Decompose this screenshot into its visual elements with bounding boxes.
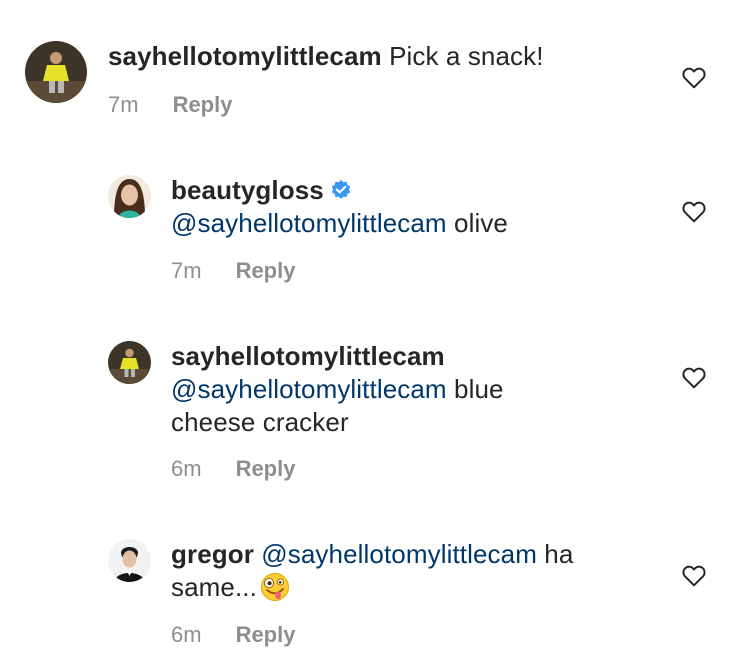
comment-text: beautygloss @sayhellotomylittlecam olive	[171, 174, 671, 240]
zany-face-emoji-icon	[260, 572, 290, 602]
comment-meta: 6m Reply	[171, 456, 295, 482]
comment-body: olive	[454, 208, 508, 238]
comment-timestamp: 6m	[171, 622, 202, 647]
comment-meta: 7m Reply	[108, 92, 232, 118]
reply-button[interactable]: Reply	[236, 622, 296, 647]
avatar-image	[108, 341, 151, 384]
mention-link[interactable]: @sayhellotomylittlecam	[171, 374, 447, 404]
comment-username[interactable]: sayhellotomylittlecam	[171, 341, 445, 371]
comment-timestamp: 7m	[171, 258, 202, 283]
comment-body: blue	[454, 374, 504, 404]
comment-timestamp: 7m	[108, 92, 139, 117]
comment-body-continued: cheese cracker	[171, 407, 349, 437]
like-heart-icon[interactable]	[682, 367, 706, 389]
reply-comment-item: beautygloss @sayhellotomylittlecam olive…	[0, 150, 750, 320]
avatar[interactable]	[108, 539, 151, 582]
reply-button[interactable]: Reply	[173, 92, 233, 117]
comment-body: Pick a snack!	[389, 41, 544, 71]
mention-link[interactable]: @sayhellotomylittlecam	[261, 539, 537, 569]
avatar-image	[25, 41, 87, 103]
reply-button[interactable]: Reply	[236, 258, 296, 283]
comment-username[interactable]: sayhellotomylittlecam	[108, 41, 382, 71]
like-heart-icon[interactable]	[682, 565, 706, 587]
comment-username[interactable]: gregor	[171, 539, 254, 569]
comment-body: ha	[544, 539, 574, 569]
avatar[interactable]	[25, 41, 87, 103]
reply-button[interactable]: Reply	[236, 456, 296, 481]
comment-meta: 7m Reply	[171, 258, 295, 284]
comment-username[interactable]: beautygloss	[171, 175, 324, 205]
avatar[interactable]	[108, 175, 151, 218]
comment-item: sayhellotomylittlecam Pick a snack! 7m Re…	[0, 0, 750, 150]
comment-timestamp: 6m	[171, 456, 202, 481]
avatar-image	[108, 539, 151, 582]
verified-badge-icon	[330, 176, 352, 199]
reply-comment-item: gregor @sayhellotomylittlecam ha same...…	[0, 520, 750, 655]
comment-body-continued: same...	[171, 572, 257, 602]
comment-meta: 6m Reply	[171, 622, 295, 648]
like-heart-icon[interactable]	[682, 67, 706, 89]
comment-text: sayhellotomylittlecam @sayhellotomylittl…	[171, 340, 641, 439]
mention-link[interactable]: @sayhellotomylittlecam	[171, 208, 447, 238]
comment-text: sayhellotomylittlecam Pick a snack!	[108, 40, 668, 73]
reply-comment-item: sayhellotomylittlecam @sayhellotomylittl…	[0, 320, 750, 520]
like-heart-icon[interactable]	[682, 201, 706, 223]
avatar-image	[108, 175, 151, 218]
comment-text: gregor @sayhellotomylittlecam ha same...	[171, 538, 641, 604]
avatar[interactable]	[108, 341, 151, 384]
